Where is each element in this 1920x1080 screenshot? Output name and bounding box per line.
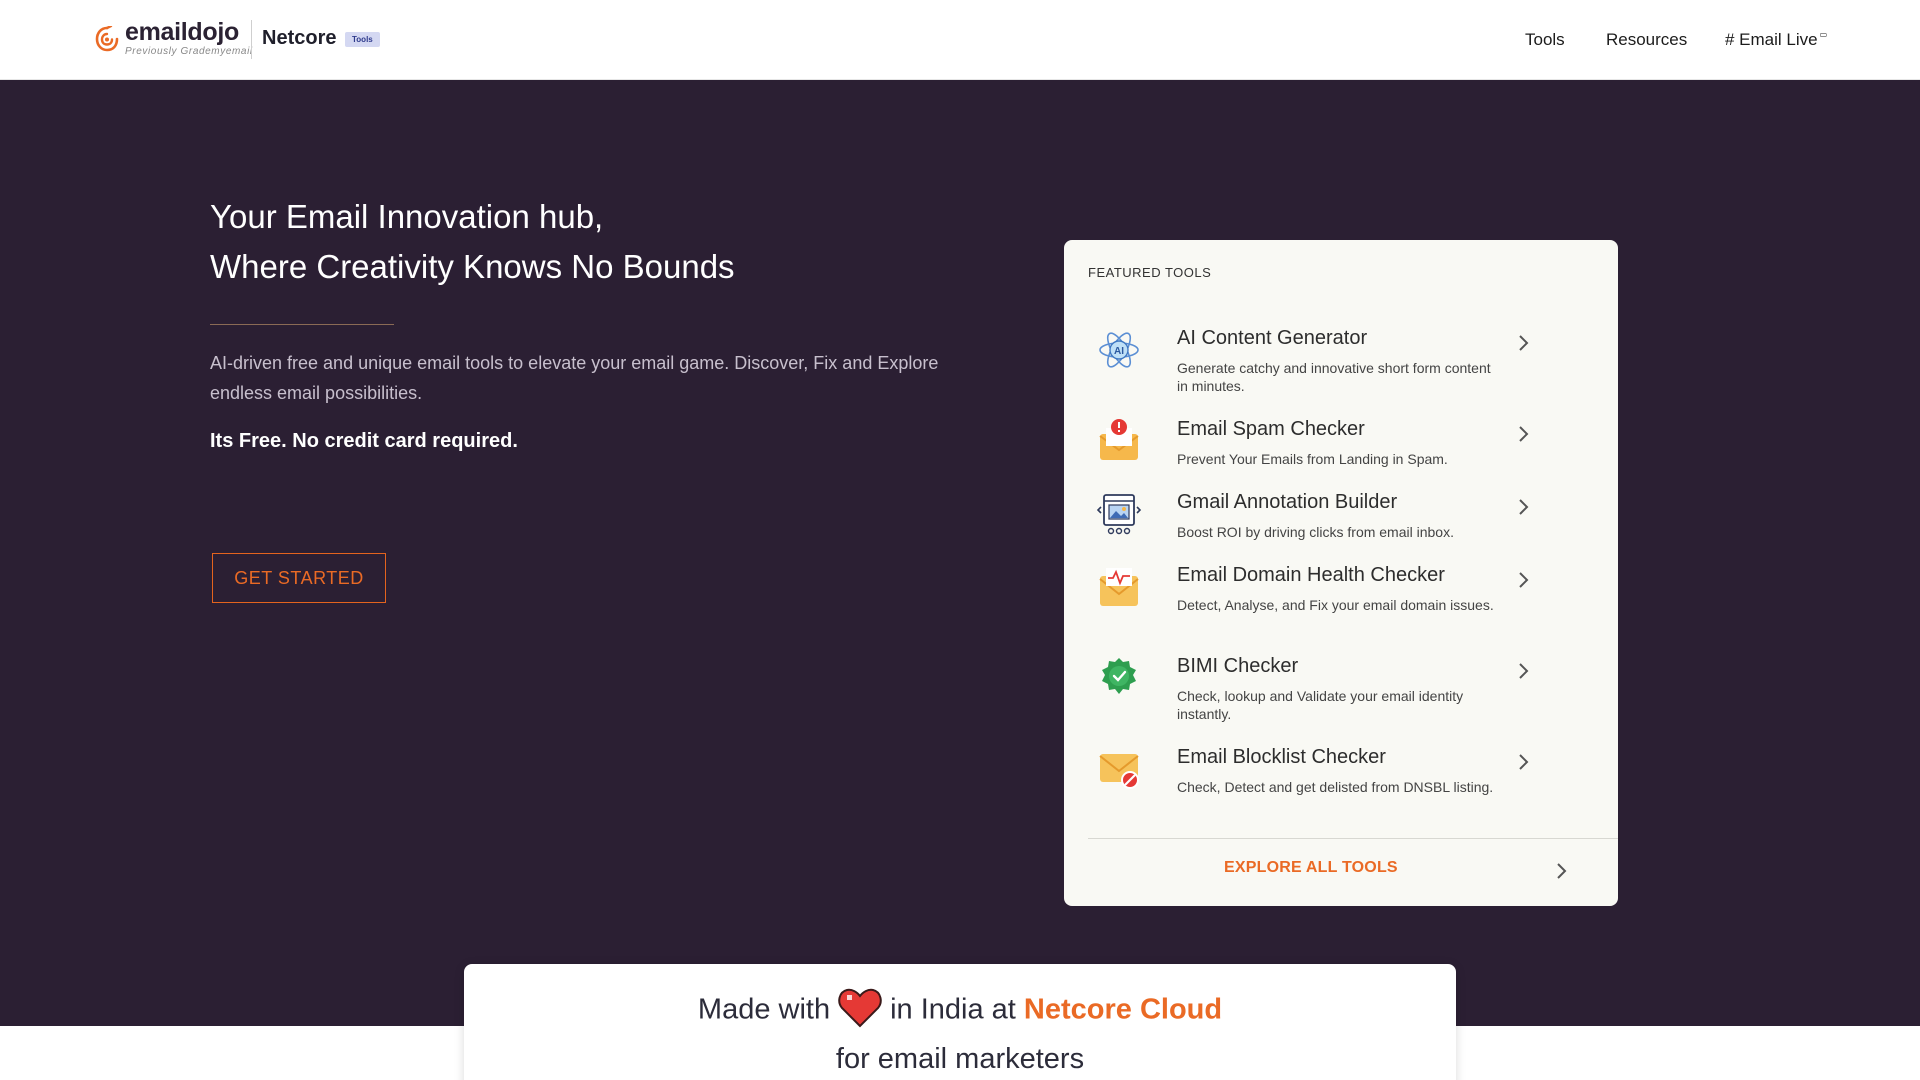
hero-section: Your Email Innovation hub, Where Creativ… <box>0 80 1920 1026</box>
tool-title: Gmail Annotation Builder <box>1177 491 1398 513</box>
tool-description: Prevent Your Emails from Landing in Spam… <box>1177 451 1448 467</box>
chevron-right-icon <box>1519 499 1529 515</box>
hero-divider <box>210 324 394 325</box>
health-envelope-icon <box>1099 568 1139 606</box>
tool-description: Boost ROI by driving clicks from email i… <box>1177 524 1454 540</box>
made-with-text: Made with <box>697 993 831 1026</box>
chevron-right-icon <box>1519 426 1529 442</box>
verified-badge-icon <box>1102 658 1136 694</box>
featured-tools-label: FEATURED TOOLS <box>1088 265 1212 280</box>
featured-tools-card: FEATURED TOOLS AI AI Content Generator G… <box>1064 240 1618 906</box>
nav-email-live[interactable]: # Email Live ▭ <box>1725 30 1827 50</box>
tool-description: Generate catchy and innovative short for… <box>1177 360 1491 394</box>
tool-title: Email Spam Checker <box>1177 418 1365 440</box>
tool-title: Email Blocklist Checker <box>1177 746 1386 768</box>
ai-atom-icon: AI <box>1099 332 1139 368</box>
tool-title: BIMI Checker <box>1177 655 1299 677</box>
site-header: emaildojo Previously Grademyemail Netcor… <box>0 0 1920 80</box>
hero-title-line2: Where Creativity Knows No Bounds <box>210 248 735 285</box>
spam-envelope-icon <box>1099 419 1139 460</box>
chevron-right-icon <box>1519 663 1529 679</box>
nav-tools[interactable]: Tools <box>1525 30 1565 50</box>
tool-title: AI Content Generator <box>1177 327 1368 349</box>
chevron-right-icon[interactable] <box>1554 861 1570 881</box>
hero-free-text: Its Free. No credit card required. <box>210 430 518 452</box>
heart-icon <box>838 988 882 1028</box>
logo-subtitle: Previously Grademyemail <box>125 46 253 57</box>
explore-all-tools-link[interactable]: EXPLORE ALL TOOLS <box>1224 859 1398 877</box>
card-divider <box>1088 838 1618 839</box>
svg-text:AI: AI <box>1114 346 1124 357</box>
banner-line1: Made with in India at Netcore Cloud <box>464 988 1456 1032</box>
nav-email-live-label: # Email Live <box>1725 30 1818 49</box>
netcore-logo[interactable]: Netcore <box>262 27 336 50</box>
tool-description: Detect, Analyse, and Fix your email doma… <box>1177 597 1494 613</box>
tool-description: Check, lookup and Validate your email id… <box>1177 688 1464 722</box>
emaildojo-logo[interactable]: emaildojo Previously Grademyemail <box>95 20 253 57</box>
annotation-browser-icon <box>1096 494 1142 535</box>
chevron-right-icon <box>1519 335 1529 351</box>
chevron-right-icon <box>1519 754 1529 770</box>
netcore-cloud-link[interactable]: Netcore Cloud <box>1024 994 1222 1026</box>
hero-title-line1: Your Email Innovation hub, <box>210 198 604 235</box>
banner-line2: for email marketers <box>835 1043 1085 1075</box>
hero-title: Your Email Innovation hub, Where Creativ… <box>210 192 735 292</box>
tool-description: Check, Detect and get delisted from DNSB… <box>1177 779 1494 795</box>
in-india-text: in India at <box>890 993 1016 1026</box>
chevron-right-icon <box>1519 572 1529 588</box>
get-started-button[interactable]: GET STARTED <box>212 553 386 603</box>
tool-title: Email Domain Health Checker <box>1177 564 1445 586</box>
nav-resources[interactable]: Resources <box>1606 30 1687 50</box>
emaildojo-logo-icon <box>95 25 119 51</box>
logo-divider <box>251 20 252 59</box>
external-link-icon: ▭ <box>1819 30 1828 39</box>
logo-name: emaildojo <box>125 18 239 46</box>
blocked-envelope-icon <box>1099 754 1139 789</box>
made-in-india-banner: Made with in India at Netcore Cloud for … <box>464 964 1456 1080</box>
tools-badge: Tools <box>345 32 380 47</box>
hero-description: AI-driven free and unique email tools to… <box>210 353 939 403</box>
